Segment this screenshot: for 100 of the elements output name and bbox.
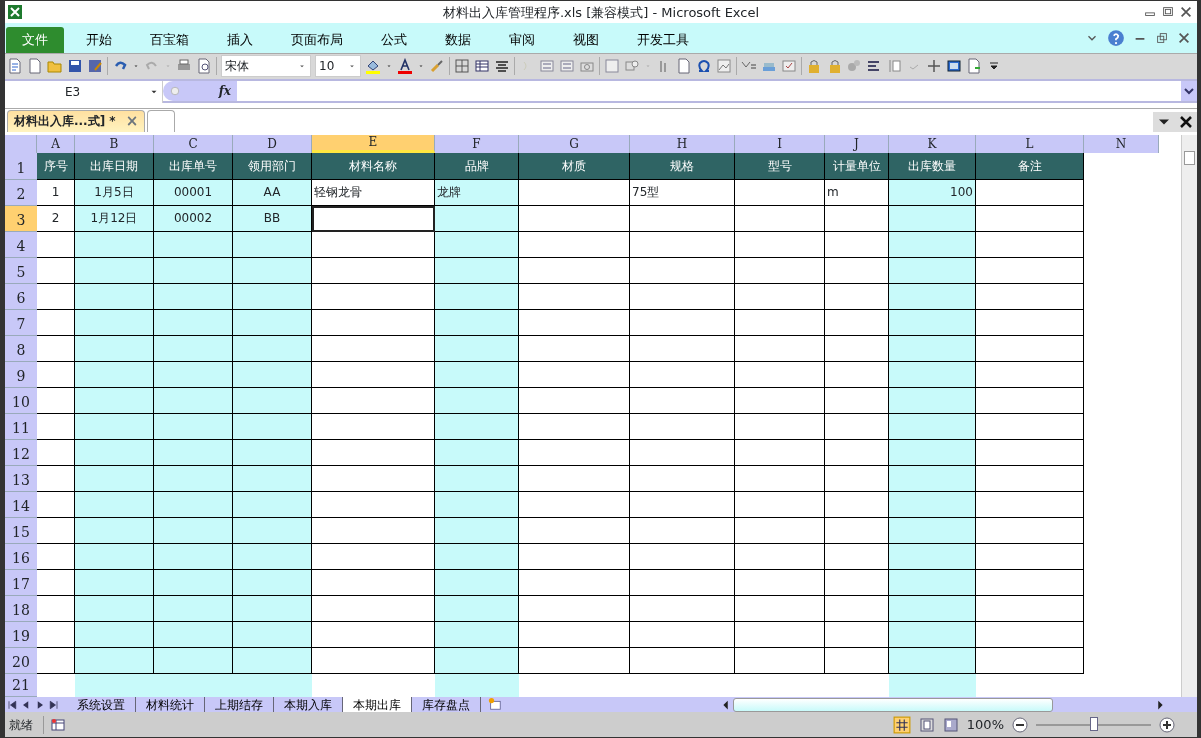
zoom-in-icon[interactable] (1159, 716, 1175, 733)
column-header[interactable]: C (154, 134, 233, 153)
ribbon-tab[interactable]: 审阅 (493, 26, 551, 53)
form-icon[interactable] (7, 58, 23, 75)
row-header[interactable]: 2 (5, 179, 37, 206)
last-sheet-icon[interactable] (47, 698, 61, 711)
active-cell[interactable] (312, 205, 435, 232)
borders-icon[interactable] (454, 58, 470, 75)
help-icon[interactable] (1107, 28, 1125, 47)
new-document-icon[interactable] (27, 58, 43, 75)
row-header[interactable]: 15 (5, 517, 37, 544)
row-header[interactable]: 5 (5, 257, 37, 284)
select-all-corner[interactable] (5, 134, 37, 153)
close-icon[interactable] (1177, 30, 1191, 45)
save-as-icon[interactable] (87, 58, 103, 75)
restore-icon[interactable] (1155, 30, 1169, 45)
name-box[interactable]: E3 (5, 80, 163, 103)
lock-icon[interactable] (806, 58, 822, 75)
column-header[interactable]: B (75, 134, 154, 153)
print-preview-icon[interactable] (196, 58, 212, 75)
row-header[interactable]: 10 (5, 387, 37, 414)
column-header[interactable]: G (519, 134, 630, 153)
font-size-field[interactable]: 10 (315, 55, 361, 78)
function-label[interactable]: fx (218, 81, 231, 100)
horizontal-scrollbar[interactable] (733, 697, 1053, 712)
close-icon[interactable] (1179, 5, 1193, 19)
maximize-icon[interactable] (1161, 5, 1175, 19)
checklist-icon[interactable] (781, 58, 797, 75)
document-tab[interactable]: 材料出入库...式] * × (7, 109, 146, 132)
column-header[interactable]: F (435, 134, 519, 153)
dropdown-icon[interactable] (1153, 111, 1175, 132)
page-break-icon[interactable] (942, 716, 959, 733)
row-header[interactable]: 18 (5, 595, 37, 622)
column-header[interactable]: A (37, 134, 75, 153)
ribbon-tab[interactable]: 插入 (211, 26, 269, 53)
column-header[interactable]: N (1084, 134, 1159, 153)
column-header[interactable]: H (630, 134, 735, 153)
row-header[interactable]: 20 (5, 647, 37, 674)
fill-color-icon[interactable] (365, 58, 381, 75)
table-cell: 75型 (630, 179, 735, 206)
row-header[interactable]: 4 (5, 231, 37, 258)
table-cell: 00001 (154, 179, 233, 206)
ribbon-tab[interactable]: 数据 (429, 26, 487, 53)
document-tab[interactable] (147, 109, 176, 132)
indent-icon[interactable] (539, 58, 555, 75)
column-header[interactable]: I (735, 134, 825, 153)
column-header[interactable]: L (976, 134, 1084, 153)
zoom-slider[interactable] (1089, 716, 1098, 731)
align-icon[interactable] (494, 58, 510, 75)
expand-icon[interactable] (1181, 80, 1197, 101)
table-icon[interactable] (474, 58, 490, 75)
column-header[interactable]: K (889, 134, 976, 153)
table-cell: 00002 (154, 205, 233, 232)
ribbon-tab[interactable]: 开始 (70, 26, 128, 53)
font-color-icon[interactable] (397, 58, 413, 75)
row-header[interactable]: 7 (5, 309, 37, 336)
zoom-level[interactable]: 100% (966, 714, 1004, 735)
crop-icon[interactable] (926, 58, 942, 75)
column-header[interactable]: E (312, 134, 435, 153)
row-header[interactable]: 1 (5, 152, 37, 180)
close-icon[interactable] (1175, 111, 1197, 132)
row-header[interactable]: 19 (5, 621, 37, 648)
page-layout-icon[interactable] (918, 716, 935, 733)
row-header[interactable]: 8 (5, 335, 37, 362)
omega-icon[interactable] (696, 58, 712, 75)
ribbon-tab[interactable]: 页面布局 (275, 26, 359, 53)
font-field[interactable]: 宋体 (221, 55, 311, 78)
ribbon-tab[interactable]: 文件 (6, 26, 64, 53)
window-icon[interactable] (946, 58, 962, 75)
column-header[interactable]: J (825, 134, 889, 153)
row-header[interactable]: 13 (5, 465, 37, 492)
row-header[interactable]: 12 (5, 439, 37, 466)
normal-view-icon[interactable] (892, 715, 911, 734)
ribbon-tab[interactable]: 开发工具 (621, 26, 705, 53)
table-header: 出库日期 (75, 152, 154, 180)
sheet-tab[interactable]: 本期出库 (343, 697, 412, 713)
column-header[interactable]: D (233, 134, 312, 153)
row-header[interactable]: 16 (5, 543, 37, 570)
window-title: 材料出入库管理程序.xls [兼容模式] - Microsoft Excel (442, 4, 760, 22)
table-cell: 100 (889, 179, 976, 206)
row-header[interactable]: 11 (5, 413, 37, 440)
close-icon[interactable]: × (125, 109, 139, 133)
row-header[interactable]: 17 (5, 569, 37, 596)
brush-icon[interactable] (429, 58, 445, 75)
table-header: 出库单号 (154, 152, 233, 180)
save-icon[interactable] (67, 58, 83, 75)
zoom-out-icon[interactable] (1012, 716, 1028, 733)
table-cell: BB (233, 205, 312, 232)
ribbon-tab[interactable]: 公式 (365, 26, 423, 53)
row-header[interactable]: 14 (5, 491, 37, 518)
image-icon[interactable] (716, 58, 732, 75)
first-sheet-icon[interactable] (5, 698, 19, 711)
ribbon-tab[interactable]: 百宝箱 (134, 26, 205, 53)
ribbon-tab[interactable]: 视图 (557, 26, 615, 53)
indent-icon[interactable] (559, 58, 575, 75)
row-header[interactable]: 9 (5, 361, 37, 388)
row-header[interactable]: 21 (5, 673, 37, 697)
row-header[interactable]: 3 (5, 205, 37, 232)
vertical-scrollbar[interactable] (1181, 134, 1197, 698)
row-header[interactable]: 6 (5, 283, 37, 310)
